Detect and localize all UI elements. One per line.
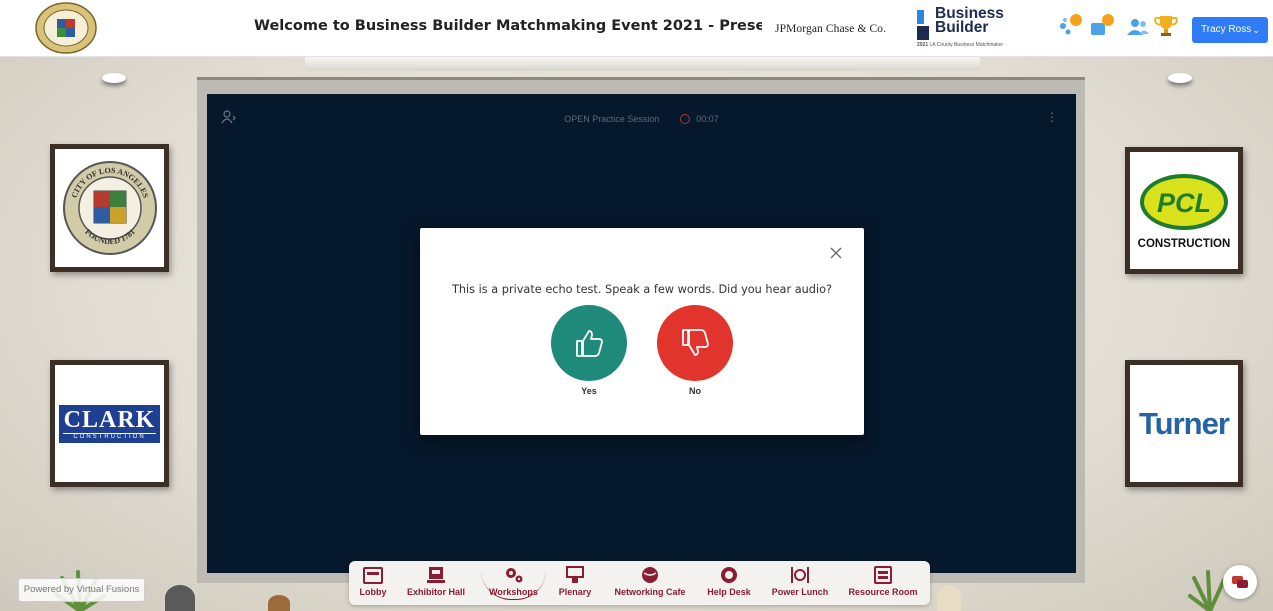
la-city-seal-icon: CITY OF LOS ANGELES FOUNDED 1781 [62,161,157,255]
no-label: No [689,386,701,396]
close-icon[interactable] [828,245,844,261]
chevron-down-icon: ⌄ [1252,25,1260,35]
power-lunch-icon [791,567,809,583]
nav-label-resource-room: Resource Room [848,587,918,597]
nav-item-lobby[interactable]: Lobby [358,565,388,597]
bottom-navigation-bar: Lobby Exhibitor Hall Workshops Plenary N… [349,561,930,605]
nav-item-plenary[interactable]: Plenary [555,565,595,597]
meetings-notification-icon[interactable] [1056,12,1084,40]
resource-room-icon [874,566,892,584]
chat-launcher-button[interactable] [1223,565,1257,599]
nav-label-networking-cafe: Networking Cafe [614,587,686,597]
business-builder-wordmark: Business Builder [935,5,1004,36]
no-circle[interactable] [657,305,733,381]
networking-cafe-icon [642,567,658,583]
sponsor-board-la-city-seal[interactable]: CITY OF LOS ANGELES FOUNDED 1781 [50,144,169,272]
nav-item-resource-room[interactable]: Resource Room [846,565,920,597]
chat-bubbles-icon [1232,576,1248,588]
audience-silhouette [937,585,961,611]
sponsor-board-turner[interactable]: Turner [1125,360,1243,487]
more-options-icon[interactable]: ⋮ [1046,110,1058,124]
bb-year: 2021 [917,42,929,48]
nav-label-exhibitor-hall: Exhibitor Hall [406,587,465,597]
screen-housing [305,57,980,71]
clark-caption: CONSTRUCTION [63,432,156,440]
session-timer: 00:07 [696,114,719,124]
jpmorgan-sponsor-logo: JPMorgan Chase & Co. [775,23,887,35]
top-header-bar: Welcome to Business Builder Matchmaking … [0,0,1273,57]
exhibitor-hall-icon [427,567,445,583]
nav-item-help-desk[interactable]: Help Desk [704,565,754,597]
attendees-icon[interactable] [1124,12,1152,40]
yes-audio-button[interactable]: Yes [551,305,627,396]
la-county-seal-logo[interactable] [33,1,99,55]
thumbs-up-icon [576,330,603,357]
thumbs-down-icon [682,329,709,356]
nav-label-workshops: Workshops [489,587,538,597]
sponsor-board-clark[interactable]: CLARK CONSTRUCTION [50,360,169,487]
echo-test-dialog: This is a private echo test. Speak a few… [420,228,864,435]
event-title: Welcome to Business Builder Matchmaking … [254,18,762,34]
echo-test-question: This is a private echo test. Speak a few… [451,283,832,296]
yes-label: Yes [581,386,597,396]
audience-silhouette [165,585,195,611]
pcl-caption: CONSTRUCTION [1137,237,1231,250]
business-builder-mark-icon [917,10,929,40]
nav-item-power-lunch[interactable]: Power Lunch [769,565,831,597]
ceiling-light-right [1168,73,1192,83]
pcl-logo: PCL [1140,173,1228,230]
yes-circle[interactable] [551,305,627,381]
user-menu-button[interactable]: Tracy Ross ⌄ [1192,17,1268,43]
clark-logo: CLARK CONSTRUCTION [59,404,160,443]
nav-label-power-lunch: Power Lunch [771,587,829,597]
nav-item-workshops[interactable]: Workshops [481,565,546,600]
lobby-icon [363,567,383,584]
plenary-podium-icon [566,566,584,583]
ceiling-light-left [102,73,126,83]
nav-label-plenary: Plenary [558,587,592,597]
workshops-gears-icon [505,568,522,583]
leaderboard-trophy-icon[interactable] [1152,12,1180,40]
recording-dot-icon [679,114,690,124]
business-builder-subtitle: 2021 LA County Business Matchmaker [917,42,1003,48]
nav-label-help-desk: Help Desk [707,587,751,597]
turner-logo: Turner [1139,405,1230,441]
chat-notification-icon[interactable] [1088,12,1116,40]
sponsor-board-pcl[interactable]: PCL CONSTRUCTION [1125,147,1243,274]
nav-label-lobby: Lobby [359,587,387,597]
audience-silhouette [268,595,290,611]
powered-by-badge[interactable]: Powered by Virtual Fusions [18,578,145,602]
user-name: Tracy Ross [1201,24,1252,35]
no-audio-button[interactable]: No [657,305,733,396]
help-desk-icon [721,567,737,583]
clark-logo-text: CLARK [63,406,156,433]
pcl-logo-text: PCL [1157,188,1211,218]
session-name: OPEN Practice Session [564,114,660,124]
nav-item-networking-cafe[interactable]: Networking Cafe [607,565,693,597]
nav-item-exhibitor-hall[interactable]: Exhibitor Hall [404,565,468,597]
bb-subtitle-text: LA County Business Matchmaker [929,42,1004,48]
session-status-bar: OPEN Practice Session 00:07 [207,114,1076,124]
